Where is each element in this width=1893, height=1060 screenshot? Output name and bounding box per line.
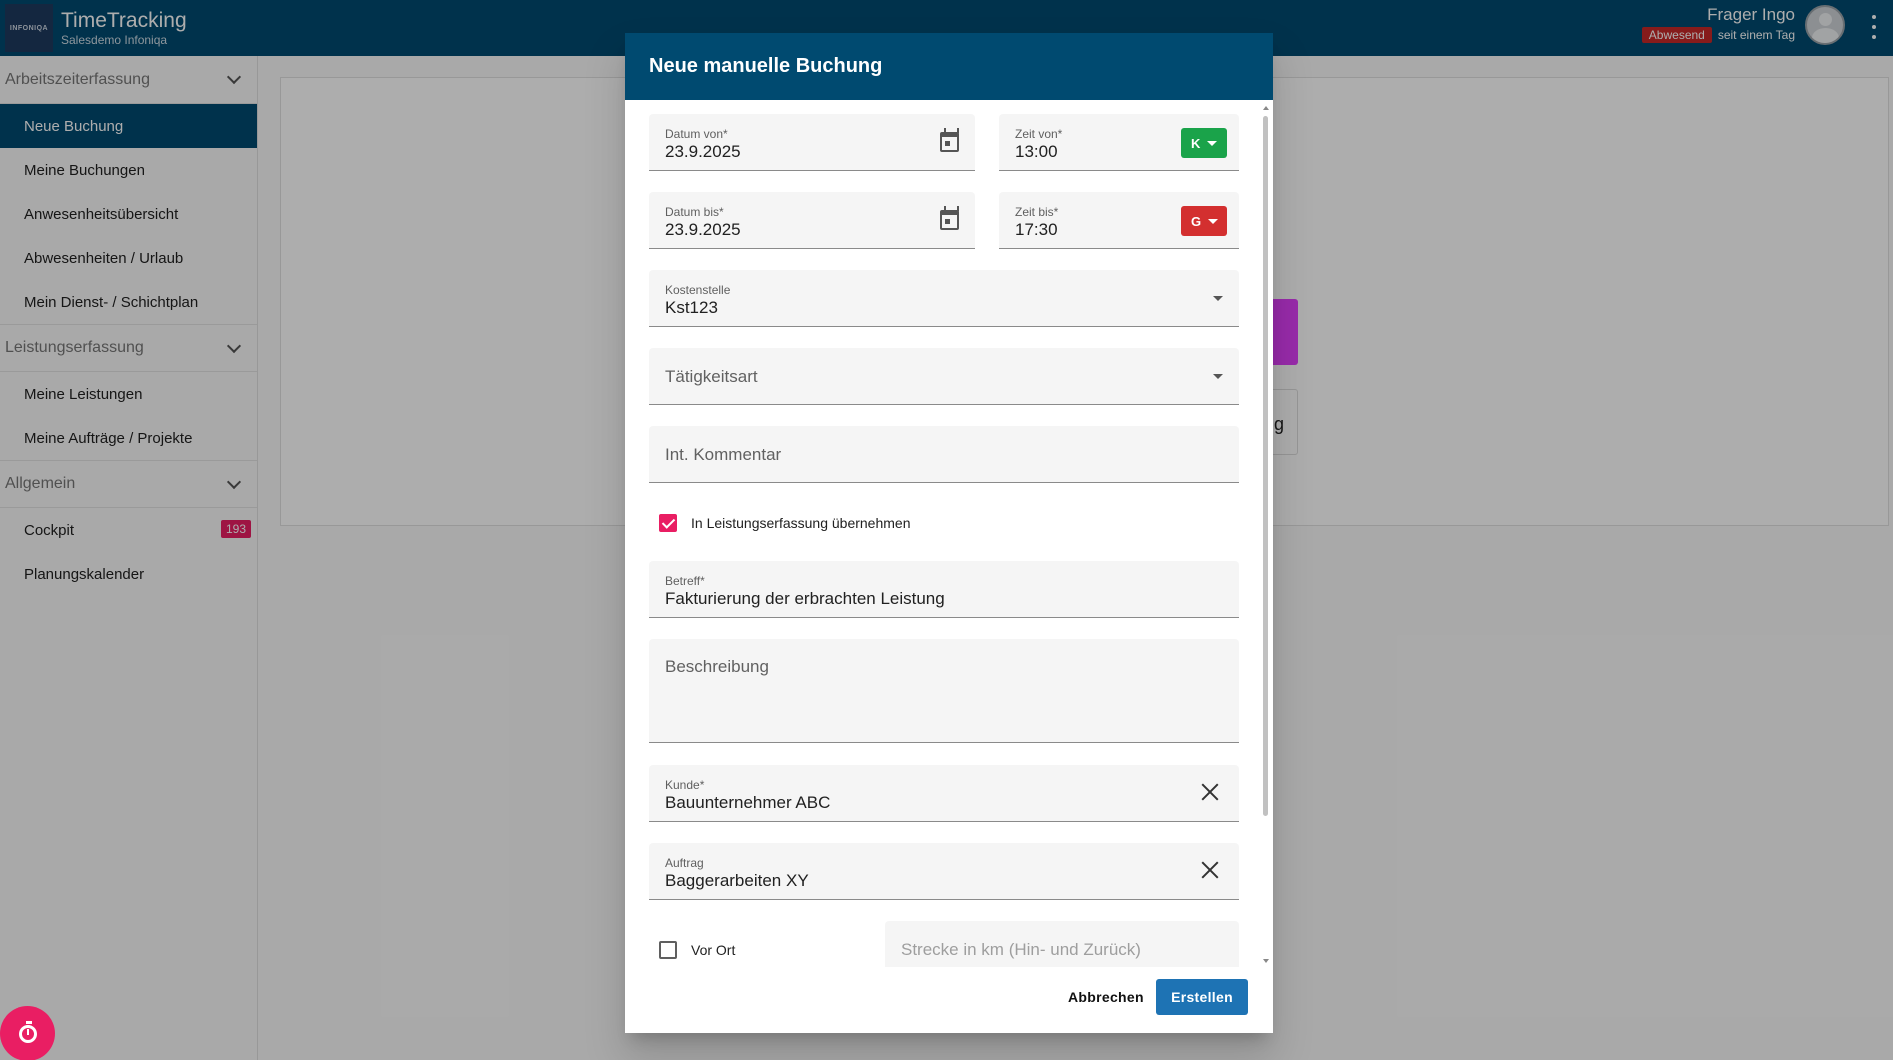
field-value: Fakturierung der erbrachten Leistung [665, 589, 945, 608]
zeit-von-field[interactable]: Zeit von* 13:00 K [999, 114, 1239, 171]
booking-type-g-button[interactable]: G [1181, 206, 1227, 236]
field-value: Kst123 [665, 298, 718, 317]
dialog-actions: Abbrechen Erstellen [625, 967, 1273, 1033]
field-label: Kostenstelle [665, 283, 731, 297]
strecke-km-input[interactable]: Strecke in km (Hin- und Zurück) [885, 921, 1239, 967]
zeit-bis-field[interactable]: Zeit bis* 17:30 G [999, 192, 1239, 249]
field-value: 17:30 [1015, 220, 1058, 239]
field-label: Datum bis* [665, 205, 724, 219]
kunde-field[interactable]: Kunde* Bauunternehmer ABC [649, 765, 1239, 822]
datum-bis-field[interactable]: Datum bis* 23.9.2025 [649, 192, 975, 249]
field-label: Datum von* [665, 127, 728, 141]
field-value: Bauunternehmer ABC [665, 793, 831, 812]
field-label: Auftrag [665, 856, 704, 870]
caret-down-icon [1207, 140, 1218, 146]
calendar-icon[interactable] [940, 128, 959, 152]
field-placeholder: Strecke in km (Hin- und Zurück) [901, 940, 1141, 959]
int-kommentar-input[interactable]: Int. Kommentar [649, 426, 1239, 483]
auftrag-field[interactable]: Auftrag Baggerarbeiten XY [649, 843, 1239, 900]
calendar-icon[interactable] [940, 206, 959, 230]
dialog-scrollbar[interactable] [1262, 106, 1270, 963]
leistungserfassung-checkbox[interactable] [659, 514, 677, 532]
field-placeholder: Int. Kommentar [665, 445, 782, 464]
field-label: Zeit bis* [1015, 205, 1059, 219]
field-value: 23.9.2025 [665, 142, 741, 161]
field-label: Kunde* [665, 778, 705, 792]
kostenstelle-select[interactable]: Kostenstelle Kst123 [649, 270, 1239, 327]
checkbox-label: In Leistungserfassung übernehmen [691, 515, 911, 531]
cancel-button[interactable]: Abbrechen [1056, 979, 1156, 1015]
datum-von-field[interactable]: Datum von* 23.9.2025 [649, 114, 975, 171]
vor-ort-checkbox-row[interactable]: Vor Ort [659, 941, 735, 959]
dropdown-arrow-icon [1213, 296, 1223, 301]
field-label: Betreff* [665, 574, 705, 588]
betreff-input[interactable]: Betreff* Fakturierung der erbrachten Lei… [649, 561, 1239, 618]
button-label: G [1191, 213, 1202, 229]
field-label: Zeit von* [1015, 127, 1063, 141]
field-placeholder: Beschreibung [665, 657, 769, 676]
scroll-down-icon[interactable] [1263, 959, 1269, 963]
taetigkeitsart-select[interactable]: Tätigkeitsart [649, 348, 1239, 405]
new-booking-dialog: Neue manuelle Buchung Datum von* 23.9.20… [625, 33, 1273, 1033]
checkbox-label: Vor Ort [691, 942, 736, 958]
booking-type-k-button[interactable]: K [1181, 128, 1227, 158]
stopwatch-icon [18, 1020, 37, 1043]
create-button[interactable]: Erstellen [1156, 979, 1248, 1015]
scroll-up-icon[interactable] [1263, 106, 1269, 110]
field-value: Baggerarbeiten XY [665, 871, 809, 890]
dialog-title: Neue manuelle Buchung [625, 33, 1273, 100]
field-placeholder: Tätigkeitsart [665, 367, 758, 386]
scrollbar-thumb[interactable] [1263, 116, 1268, 816]
beschreibung-textarea[interactable]: Beschreibung [649, 639, 1239, 743]
field-value: 23.9.2025 [665, 220, 741, 239]
button-label: K [1191, 135, 1201, 151]
caret-down-icon [1208, 218, 1219, 224]
field-value: 13:00 [1015, 142, 1058, 161]
timer-fab-button[interactable] [0, 1006, 55, 1060]
clear-auftrag-icon[interactable] [1201, 861, 1219, 879]
dialog-body: Datum von* 23.9.2025 Zeit von* 13:00 K D… [625, 100, 1273, 967]
dropdown-arrow-icon [1213, 374, 1223, 379]
clear-kunde-icon[interactable] [1201, 783, 1219, 801]
vor-ort-checkbox[interactable] [659, 941, 677, 959]
leistungserfassung-checkbox-row[interactable]: In Leistungserfassung übernehmen [659, 514, 910, 532]
